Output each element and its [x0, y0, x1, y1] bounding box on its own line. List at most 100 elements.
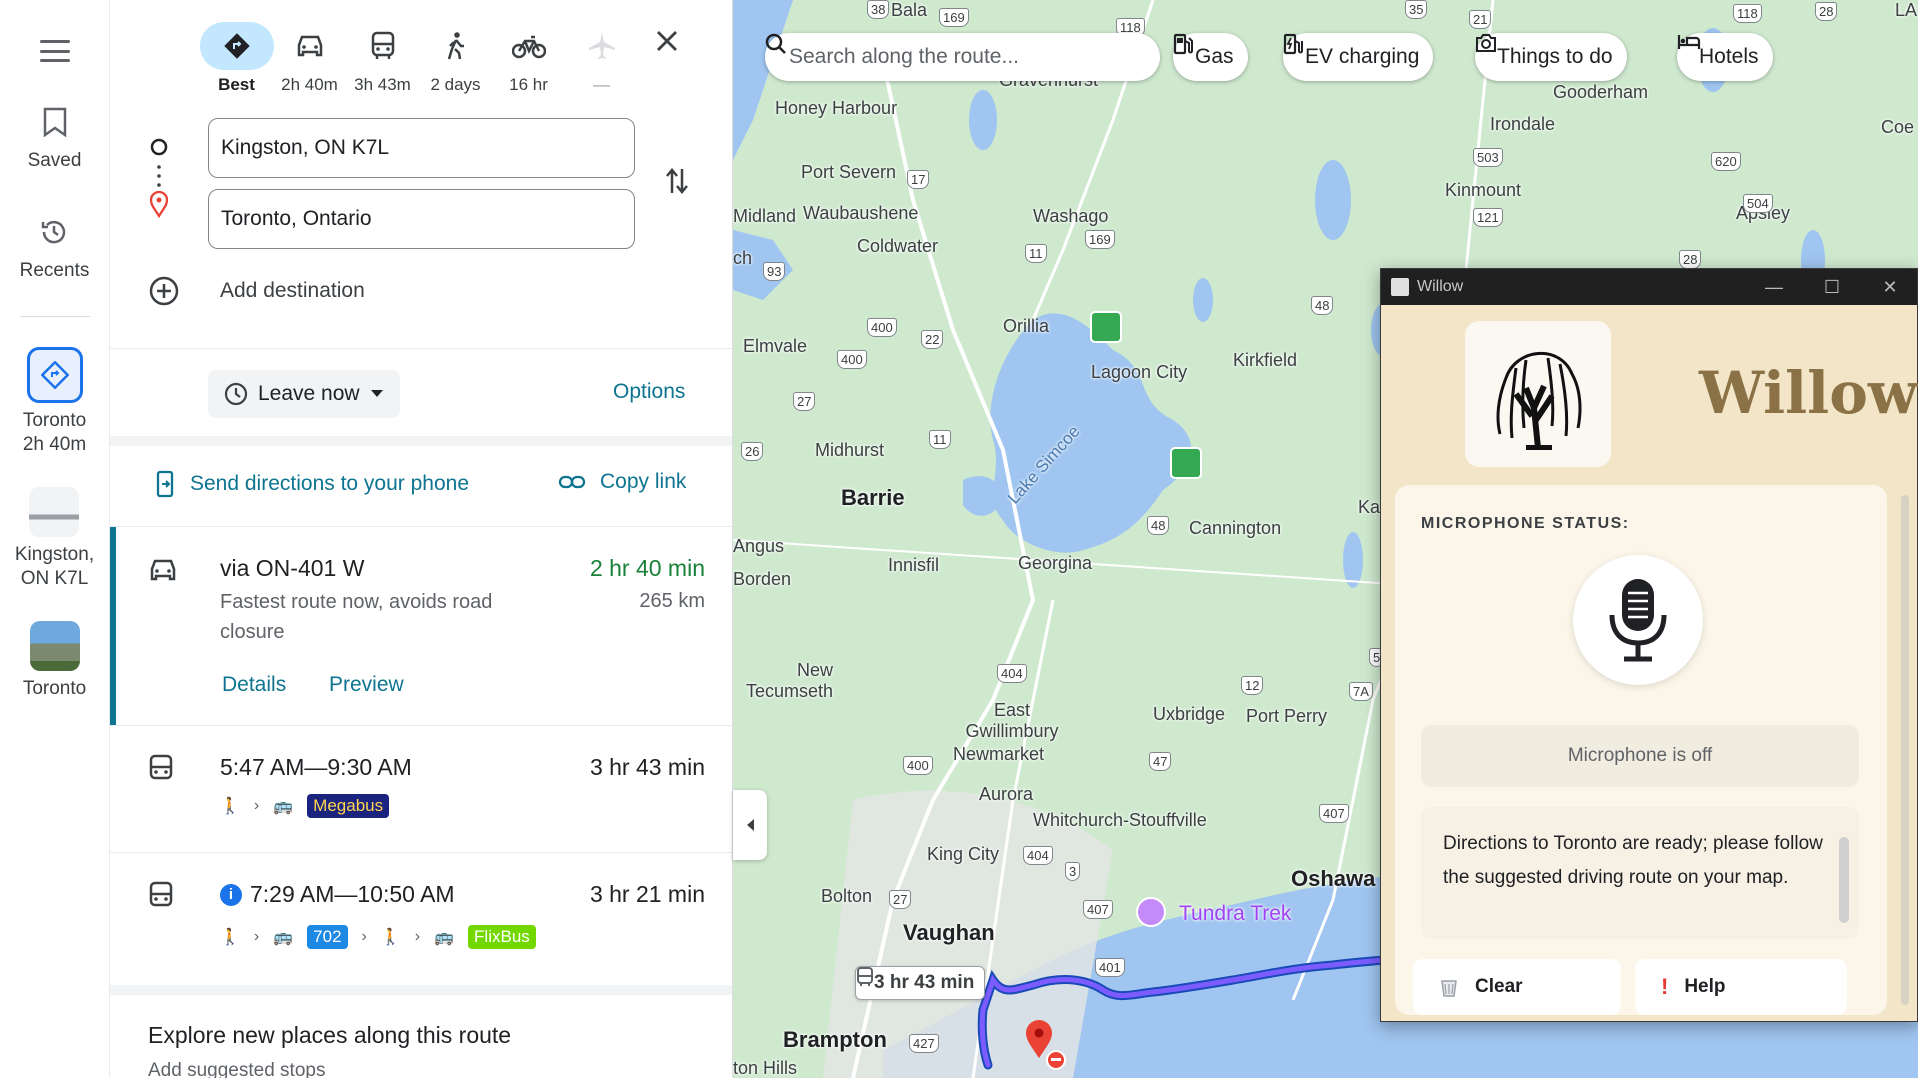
recents-button[interactable]: Recents — [20, 212, 89, 282]
highway-shield: 11 — [929, 430, 951, 449]
collapse-panel-button[interactable] — [733, 790, 767, 860]
menu-icon[interactable] — [39, 40, 70, 62]
map-label-ch: ch — [733, 248, 753, 268]
car-icon — [280, 22, 340, 70]
bus-icon: 🚌 — [273, 929, 294, 946]
mode-flights[interactable]: — — [565, 22, 638, 95]
chip-things-to-do[interactable]: Things to do — [1475, 33, 1627, 81]
highway-shield: 121 — [1473, 208, 1503, 227]
walk-icon — [426, 22, 486, 70]
mic-toggle-button[interactable] — [1573, 555, 1703, 685]
route-option-driving[interactable]: via ON-401 W 2 hr 40 min Fastest route n… — [110, 527, 732, 725]
route-title-row: i 7:29 AM—10:50 AM — [220, 881, 455, 908]
chip-hotels[interactable]: Hotels — [1677, 33, 1773, 81]
map-label-king-city: King City — [927, 844, 1000, 864]
highway-shield: 401 — [1095, 958, 1125, 977]
mode-label: Best — [218, 75, 255, 94]
route-option-transit-1[interactable]: 5:47 AM—9:30 AM 3 hr 43 min 🚶 › 🚌 Megabu… — [110, 726, 732, 852]
route-duration: 3 hr 21 min — [589, 881, 705, 907]
car-icon — [148, 557, 178, 588]
copy-link-label: Copy link — [600, 470, 687, 493]
route-option-transit-2[interactable]: i 7:29 AM—10:50 AM 3 hr 21 min 🚶 › 🚌 702… — [110, 853, 732, 983]
highway-shield: 48 — [1311, 296, 1334, 315]
send-to-phone-label: Send directions to your phone — [190, 472, 470, 495]
search-along-route-input[interactable]: Search along the route... — [765, 33, 1160, 81]
destination-input[interactable] — [208, 189, 635, 249]
map-label-georgina: Georgina — [1018, 553, 1093, 573]
close-directions-button[interactable] — [656, 30, 678, 57]
window-scrollbar[interactable] — [1901, 495, 1909, 1005]
saved-button[interactable]: Saved — [28, 102, 81, 172]
recent-item-toronto-directions[interactable]: Toronto 2h 40m — [23, 347, 86, 457]
route-duration-bubble[interactable]: 3 hr 43 min — [855, 966, 986, 1000]
highway-shield: 427 — [909, 1034, 939, 1053]
highway-shield: 11 — [1025, 244, 1047, 263]
map-label-waubaushene: Waubaushene — [803, 203, 919, 223]
preview-link[interactable]: Preview — [329, 673, 404, 697]
route-time-range: 7:29 AM—10:50 AM — [250, 881, 455, 907]
add-destination-button[interactable]: Add destination — [148, 275, 365, 307]
details-link[interactable]: Details — [222, 673, 286, 697]
map-label-bolton: Bolton — [821, 886, 873, 906]
map-label-new-tecumseth: New Tecumseth — [745, 660, 833, 701]
help-button[interactable]: ! Help — [1635, 959, 1847, 1015]
mode-label: 16 hr — [509, 75, 548, 94]
swap-button[interactable] — [664, 165, 690, 202]
map-label-innisfil: Innisfil — [888, 555, 940, 575]
ev-charging-icon — [1283, 33, 1303, 55]
origin-input[interactable] — [208, 118, 635, 178]
recent-label: Toronto — [22, 410, 87, 431]
map-label-vaughan: Vaughan — [903, 920, 995, 945]
route-duration: 3 hr 43 min — [589, 754, 705, 780]
map-label-washago: Washago — [1033, 206, 1109, 226]
chip-gas[interactable]: Gas — [1173, 33, 1248, 81]
mode-cycling[interactable]: 16 hr — [492, 22, 565, 95]
map-label-orillia: Orillia — [1003, 316, 1050, 336]
highway-shield: 504 — [1743, 194, 1773, 213]
highway-shield: 620 — [1711, 152, 1741, 171]
map-label-port-perry: Port Perry — [1246, 706, 1328, 726]
highway-shield: 47 — [1149, 752, 1172, 771]
route-time-range: 5:47 AM—9:30 AM — [220, 754, 412, 780]
chip-ev-charging[interactable]: EV charging — [1283, 33, 1434, 81]
microphone-icon — [1609, 579, 1667, 662]
map-label-tundra-trek[interactable]: Tundra Trek — [1179, 902, 1291, 926]
leave-now-dropdown[interactable]: Leave now — [208, 370, 400, 418]
mode-walking[interactable]: 2 days — [419, 22, 492, 95]
recent-item-toronto[interactable]: Toronto — [23, 621, 86, 701]
copy-link-button[interactable]: Copy link — [558, 470, 686, 494]
search-icon — [765, 33, 786, 54]
map-label-coe-hill: Coe H — [1881, 117, 1918, 137]
bookmark-icon — [35, 102, 75, 142]
highway-shield: 7A — [1349, 682, 1373, 701]
camera-icon — [1476, 34, 1496, 52]
add-circle-icon — [149, 276, 179, 306]
mode-best[interactable]: Best — [199, 22, 274, 95]
info-icon[interactable]: i — [220, 883, 242, 906]
clear-button[interactable]: Clear — [1413, 959, 1621, 1015]
map-label-cannington: Cannington — [1189, 518, 1282, 538]
send-to-phone-button[interactable]: Send directions to your phone — [154, 470, 469, 498]
mode-driving[interactable]: 2h 40m — [273, 22, 346, 95]
highway-shield: 93 — [763, 262, 786, 281]
maximize-button[interactable]: ☐ — [1803, 269, 1861, 305]
highway-shield: 503 — [1473, 148, 1503, 167]
explore-subtitle: Add suggested stops — [148, 1060, 326, 1078]
map-label-la: LA — [1895, 0, 1918, 20]
bus-icon — [353, 22, 413, 70]
map-label-lagoon-city: Lagoon City — [1091, 362, 1188, 382]
map-label-kirkfield: Kirkfield — [1233, 350, 1298, 370]
message-scrollbar[interactable] — [1839, 837, 1849, 923]
history-icon — [34, 212, 74, 252]
minimize-button[interactable]: — — [1745, 269, 1803, 305]
mode-transit[interactable]: 3h 43m — [346, 22, 419, 95]
caret-down-icon — [370, 390, 383, 397]
route-duration: 2 hr 40 min — [589, 555, 705, 581]
walk-icon: 🚶 — [220, 798, 240, 815]
highway-shield: 404 — [997, 664, 1027, 683]
highway-shield: 404 — [1023, 846, 1053, 865]
map-label-coldwater: Coldwater — [857, 236, 939, 256]
options-button[interactable]: Options — [613, 380, 685, 404]
recent-item-kingston[interactable]: Kingston, ON K7L — [15, 487, 94, 591]
close-button[interactable]: ✕ — [1861, 269, 1918, 305]
